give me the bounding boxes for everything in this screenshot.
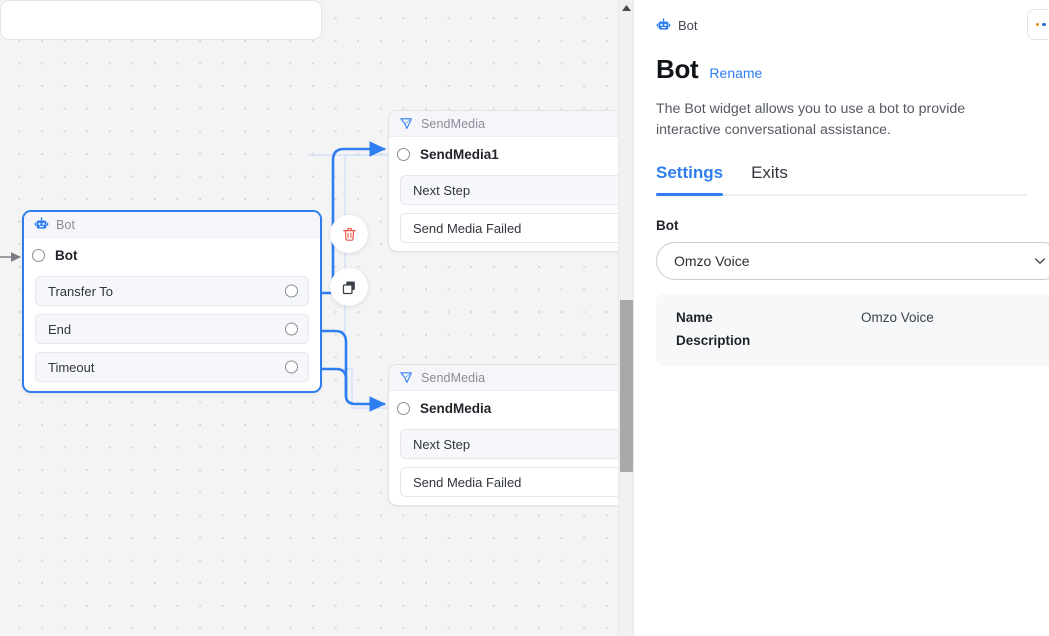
node-sendmedia1-header: SendMedia [389,111,618,137]
page-title: Bot [656,54,698,85]
panel-description: The Bot widget allows you to use a bot t… [656,99,1027,141]
exit-label: Send Media Failed [413,475,521,490]
exit-label: Send Media Failed [413,221,521,236]
exit-send-media-failed[interactable]: Send Media Failed [400,213,618,243]
exit-label: Next Step [413,183,470,198]
node-bot-header: Bot [24,212,320,238]
exit-next-step[interactable]: Next Step [400,175,618,205]
bot-field-label: Bot [656,218,1027,233]
node-sendmedia1-header-label: SendMedia [421,117,485,131]
info-row-description: Description [676,333,1042,348]
scroll-up-arrow-icon[interactable] [619,0,634,16]
node-sendmedia-header-label: SendMedia [421,371,485,385]
node-partial-offscreen[interactable] [0,0,322,40]
node-sendmedia1-exits: Next Step Send Media Failed [389,171,618,251]
panel-tabs: Settings Exits [656,163,1027,196]
node-sendmedia1-input-port[interactable] [397,148,410,161]
node-sendmedia[interactable]: SendMedia SendMedia Next Step Send Media… [388,364,618,506]
exit-label: Next Step [413,437,470,452]
node-bot[interactable]: Bot Bot Transfer To End Timeout [22,210,322,393]
rename-link[interactable]: Rename [709,65,762,81]
exit-send-media-failed[interactable]: Send Media Failed [400,467,618,497]
exit-port-end[interactable] [285,323,298,336]
node-bot-title-row: Bot [24,238,320,272]
tab-settings[interactable]: Settings [656,163,723,194]
robot-icon [656,18,671,33]
flow-canvas[interactable]: Bot Bot Transfer To End Timeout [0,0,618,636]
exit-port-transfer-to[interactable] [285,285,298,298]
node-sendmedia1[interactable]: SendMedia SendMedia1 Next Step Send Medi… [388,110,618,252]
info-row-name: Name Omzo Voice [676,310,1042,325]
send-icon [399,370,414,385]
bot-select[interactable]: Omzo Voice [656,242,1049,280]
chevron-down-icon [1033,254,1047,268]
panel-topbar: Bot [656,0,1027,50]
exit-next-step[interactable]: Next Step [400,429,618,459]
node-bot-header-label: Bot [56,218,75,232]
node-sendmedia-title: SendMedia [420,401,491,416]
bot-info-card: Name Omzo Voice Description [656,294,1049,366]
send-icon [399,116,414,131]
copy-icon [341,279,358,296]
exit-end[interactable]: End [35,314,309,344]
node-sendmedia-header: SendMedia [389,365,618,391]
more-options-button[interactable] [1027,9,1049,40]
node-sendmedia1-title: SendMedia1 [420,147,499,162]
info-key: Name [676,310,861,325]
exit-port-timeout[interactable] [285,361,298,374]
node-sendmedia1-title-row: SendMedia1 [389,137,618,171]
app-root: Bot Bot Transfer To End Timeout [0,0,1049,636]
properties-panel: Bot Bot Rename The Bot widget allows you… [633,0,1049,636]
canvas-vertical-scrollbar[interactable] [618,0,633,636]
exit-label: Timeout [48,360,94,375]
trash-icon [341,226,358,243]
robot-icon [34,217,49,232]
more-dot [1042,23,1045,26]
copy-node-button[interactable] [330,268,368,306]
tab-exits[interactable]: Exits [751,163,788,194]
node-bot-input-port[interactable] [32,249,45,262]
node-bot-exits: Transfer To End Timeout [24,272,320,391]
exit-label: End [48,322,71,337]
exit-transfer-to[interactable]: Transfer To [35,276,309,306]
breadcrumb: Bot [656,18,698,33]
info-value: Omzo Voice [861,310,934,325]
bot-select-value: Omzo Voice [674,253,749,269]
node-bot-title: Bot [55,248,78,263]
info-key: Description [676,333,861,348]
more-dot [1036,23,1039,26]
delete-node-button[interactable] [330,215,368,253]
panel-title-row: Bot Rename [656,54,1027,85]
scrollbar-thumb[interactable] [620,300,633,472]
node-sendmedia-title-row: SendMedia [389,391,618,425]
node-sendmedia-input-port[interactable] [397,402,410,415]
breadcrumb-label: Bot [678,18,698,33]
exit-timeout[interactable]: Timeout [35,352,309,382]
exit-label: Transfer To [48,284,113,299]
node-sendmedia-exits: Next Step Send Media Failed [389,425,618,505]
